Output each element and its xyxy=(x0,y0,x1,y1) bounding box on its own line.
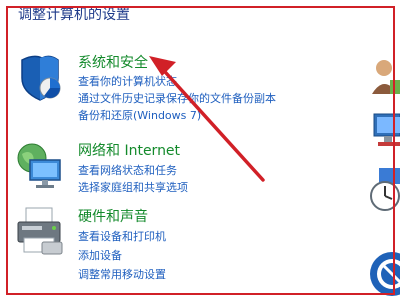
category-title-hardware-sound[interactable]: 硬件和声音 xyxy=(78,206,148,226)
link-backup-restore[interactable]: 备份和还原(Windows 7) xyxy=(78,107,201,123)
link-devices-printers[interactable]: 查看设备和打印机 xyxy=(78,228,166,244)
category-title-network-internet[interactable]: 网络和 Internet xyxy=(78,140,180,160)
link-file-history-backup[interactable]: 通过文件历史记录保存你的文件备份副本 xyxy=(78,90,276,106)
category-title-system-security[interactable]: 系统和安全 xyxy=(78,52,148,72)
network-globe-icon xyxy=(17,143,61,188)
ease-of-access-icon xyxy=(370,252,400,296)
page-title: 调整计算机的设置 xyxy=(18,7,130,23)
user-accounts-icon xyxy=(372,60,400,94)
link-network-status-tasks[interactable]: 查看网络状态和任务 xyxy=(78,162,177,178)
printer-icon xyxy=(17,207,63,255)
link-add-device[interactable]: 添加设备 xyxy=(78,247,122,263)
control-panel-page: 调整计算机的设置 系统和安全 查看你的计算机状态 通过文件历史记录保存你的文件备… xyxy=(0,0,400,300)
clock-region-icon xyxy=(370,168,400,211)
display-appearance-icon xyxy=(373,113,400,146)
shield-icon xyxy=(21,55,61,101)
link-mobility-settings[interactable]: 调整常用移动设置 xyxy=(78,266,166,282)
link-view-computer-status[interactable]: 查看你的计算机状态 xyxy=(78,73,177,89)
link-homegroup-sharing[interactable]: 选择家庭组和共享选项 xyxy=(78,179,188,195)
